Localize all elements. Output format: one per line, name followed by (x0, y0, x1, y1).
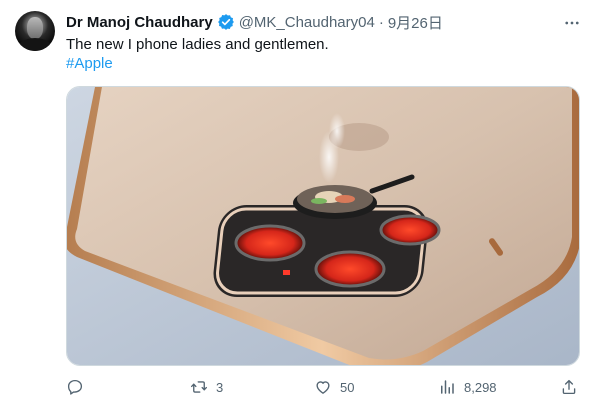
heart-icon (316, 381, 330, 394)
verified-badge-icon (217, 14, 234, 30)
avatar[interactable] (15, 11, 55, 51)
header-separator: · (378, 13, 384, 31)
like-count: 50 (340, 379, 355, 395)
author-handle[interactable]: @MK_Chaudhary04 (239, 14, 375, 31)
reply-icon (67, 379, 83, 395)
views-button[interactable]: 8,298 (438, 376, 497, 398)
tweet-actions: 3 50 8,298 (66, 376, 580, 398)
author-name[interactable]: Dr Manoj Chaudhary (66, 14, 213, 31)
more-options-button[interactable] (562, 13, 582, 33)
hashtag-link[interactable]: #Apple (66, 54, 113, 74)
tweet-text: The new I phone ladies and gentlemen. (66, 36, 329, 53)
tweet-date[interactable]: 9月26日 (388, 12, 443, 33)
tweet-header: Dr Manoj Chaudhary @MK_Chaudhary04 · 9月2… (66, 11, 443, 33)
tweet[interactable]: Dr Manoj Chaudhary @MK_Chaudhary04 · 9月2… (0, 0, 589, 407)
avatar-face (27, 17, 43, 39)
views-chart-icon (441, 380, 454, 394)
retweet-button[interactable]: 3 (190, 376, 223, 398)
more-icon (565, 21, 579, 25)
share-button[interactable] (560, 376, 578, 398)
like-button[interactable]: 50 (314, 376, 354, 398)
retweet-count: 3 (216, 379, 224, 395)
iphone-cooktop-photo (67, 87, 579, 365)
tweet-image[interactable] (66, 86, 580, 366)
view-count: 8,298 (464, 379, 497, 395)
retweet-icon (190, 381, 208, 393)
reply-button[interactable] (66, 376, 92, 398)
share-icon (562, 379, 576, 395)
avatar-shoulders (18, 38, 52, 51)
